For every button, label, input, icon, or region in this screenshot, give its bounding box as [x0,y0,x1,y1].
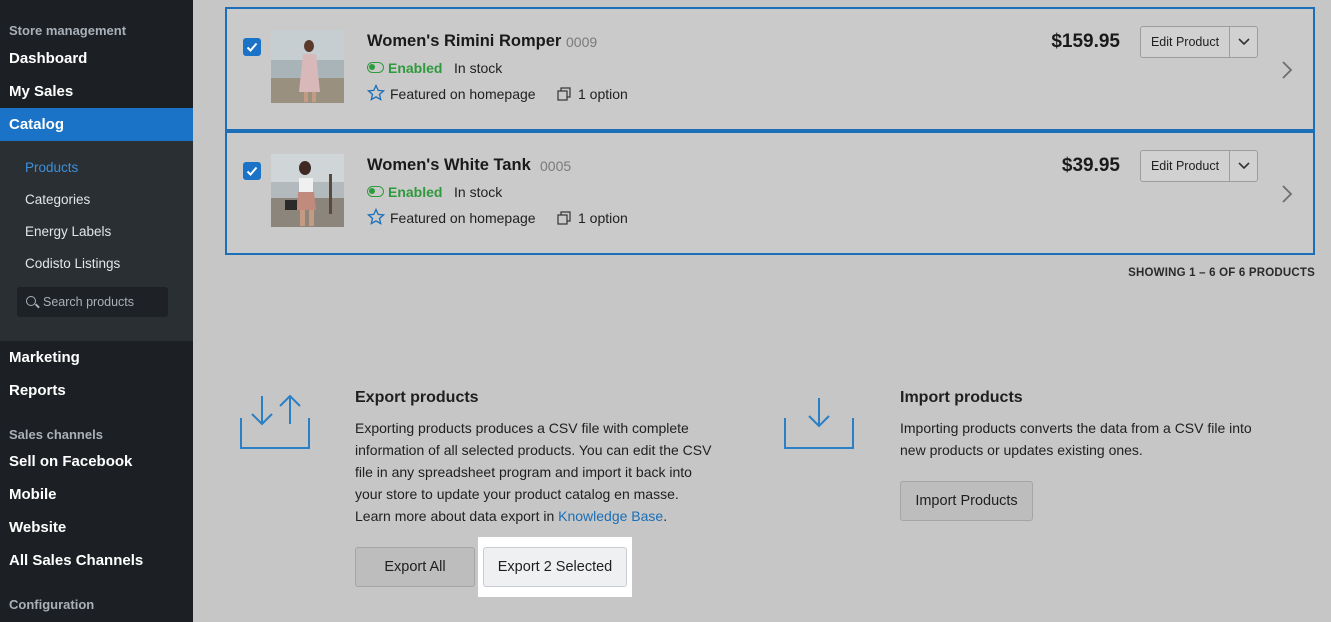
options-count: 1 option [578,210,628,226]
sidebar-item-reports[interactable]: Reports [0,374,193,407]
edit-dropdown-button[interactable] [1230,151,1258,181]
checkmark-icon [246,166,258,176]
stock-status: In stock [454,60,503,76]
product-price: $159.95 [1051,31,1120,52]
section-sales-channels: Sales channels [9,427,103,442]
star-icon[interactable] [367,208,385,226]
options-icon [557,211,571,225]
export-desc-line: your store to update your product catalo… [355,486,679,502]
section-store-management: Store management [9,23,127,38]
product-row[interactable]: Women's White Tank 0005 Enabled In stock… [225,131,1315,255]
export-desc-line: information of all selected products. Yo… [355,442,712,458]
import-desc-line: Importing products converts the data fro… [900,420,1252,436]
export-title: Export products [355,389,479,406]
learn-more-prefix: Learn more about data export in [355,508,559,524]
import-icon [784,398,854,449]
chevron-down-icon [1238,38,1250,46]
featured-label: Featured on homepage [390,86,536,102]
product-checkbox[interactable] [243,38,261,56]
sidebar-item-dashboard[interactable]: Dashboard [0,42,193,75]
product-name[interactable]: Women's White Tank [367,156,531,175]
sidebar-subitem-codisto-listings[interactable]: Codisto Listings [25,256,120,271]
chevron-right-icon[interactable] [1280,183,1294,205]
product-sku: 0005 [540,158,572,174]
product-sku: 0009 [566,34,598,50]
export-icon [240,394,310,449]
sidebar-item-mobile[interactable]: Mobile [0,478,193,511]
sidebar-item-all-sales-channels[interactable]: All Sales Channels [0,544,193,577]
sidebar-subitem-energy-labels[interactable]: Energy Labels [25,224,111,239]
export-selected-button[interactable]: Export 2 Selected [483,547,627,587]
featured-label: Featured on homepage [390,210,536,226]
sidebar-item-website[interactable]: Website [0,511,193,544]
product-price: $39.95 [1061,155,1120,176]
chevron-right-icon[interactable] [1280,59,1294,81]
product-name[interactable]: Women's Rimini Romper [367,32,561,51]
export-desc-line: Exporting products produces a CSV file w… [355,420,689,436]
star-icon[interactable] [367,84,385,102]
sidebar-subitem-categories[interactable]: Categories [25,192,90,207]
edit-product-label[interactable]: Edit Product [1141,151,1230,181]
edit-product-label[interactable]: Edit Product [1141,27,1230,57]
stock-status: In stock [454,184,503,200]
search-icon [26,296,36,306]
options-icon [557,87,571,101]
options-count: 1 option [578,86,628,102]
enabled-toggle-icon [367,62,384,73]
status-enabled: Enabled [388,60,443,76]
sidebar-subitem-products[interactable]: Products [25,160,78,175]
import-title: Import products [900,389,1023,406]
search-placeholder: Search products [43,295,135,309]
export-learn-more: Learn more about data export in Knowledg… [355,505,711,527]
search-products-input[interactable]: Search products [17,287,168,317]
export-all-button[interactable]: Export All [355,547,475,587]
sidebar-item-catalog[interactable]: Catalog [0,108,193,141]
edit-product-button[interactable]: Edit Product [1140,26,1258,58]
sidebar: Store management Dashboard My Sales Cata… [0,0,193,622]
export-desc-line: file in any spreadsheet program and impo… [355,464,692,480]
edit-dropdown-button[interactable] [1230,27,1258,57]
export-description: Exporting products produces a CSV file w… [355,417,711,527]
import-description: Importing products converts the data fro… [900,417,1252,461]
product-thumbnail[interactable] [271,154,344,227]
showing-count: SHOWING 1 – 6 OF 6 PRODUCTS [1128,267,1315,279]
sidebar-item-my-sales[interactable]: My Sales [0,75,193,108]
learn-more-suffix: . [663,508,668,524]
status-enabled: Enabled [388,184,443,200]
import-products-button[interactable]: Import Products [900,481,1033,521]
edit-product-button[interactable]: Edit Product [1140,150,1258,182]
sidebar-item-sell-on-facebook[interactable]: Sell on Facebook [0,445,193,478]
product-checkbox[interactable] [243,162,261,180]
chevron-down-icon [1238,162,1250,170]
enabled-toggle-icon [367,186,384,197]
section-configuration: Configuration [9,597,95,612]
import-desc-line: new products or updates existing ones. [900,442,1143,458]
product-thumbnail[interactable] [271,30,344,103]
product-row[interactable]: Women's Rimini Romper 0009 Enabled In st… [225,7,1315,131]
sidebar-item-marketing[interactable]: Marketing [0,341,193,374]
checkmark-icon [246,42,258,52]
knowledge-base-link[interactable]: Knowledge Base [558,508,663,524]
